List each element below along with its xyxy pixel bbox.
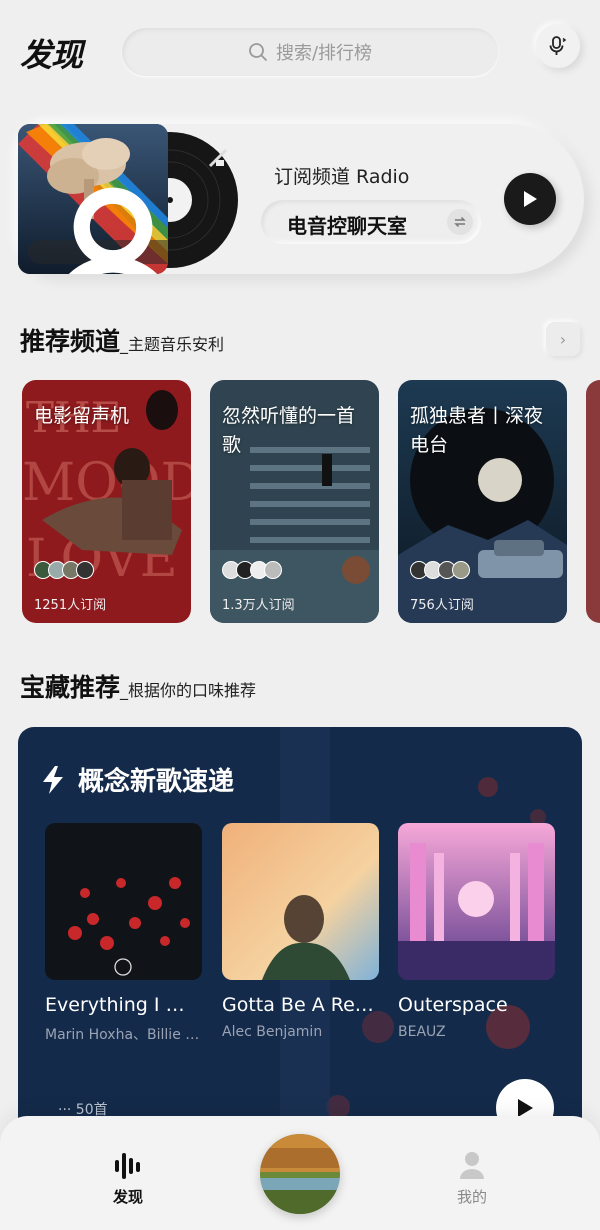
- treasure-subtitle: _根据你的口味推荐: [120, 681, 257, 700]
- channel-name: 忽然听懂的一首歌: [222, 405, 356, 456]
- tab-mine[interactable]: 我的: [432, 1146, 512, 1207]
- channel-card-partial[interactable]: [586, 380, 600, 623]
- tab-discover[interactable]: 发现: [88, 1146, 168, 1207]
- subscriber-count: 1.3万人订阅: [222, 598, 295, 613]
- subscriber-count: 1251人订阅: [34, 598, 107, 613]
- treasure-title: 宝藏推荐: [20, 673, 121, 702]
- search-bar[interactable]: 搜索/排行榜: [122, 28, 498, 76]
- card-title: 概念新歌速递: [40, 761, 234, 798]
- subscriber-avatars: [222, 561, 282, 579]
- new-songs-card[interactable]: 概念新歌速递 Everything I Wanted Marin Hoxha、B…: [18, 727, 582, 1147]
- radio-play-button[interactable]: [504, 173, 556, 225]
- avatar: [264, 561, 282, 579]
- switch-icon: [454, 216, 466, 228]
- channel-card[interactable]: 孤独患者丨深夜电台 756人订阅: [398, 380, 567, 623]
- header: 发现 搜索/排行榜: [0, 24, 600, 80]
- song-title: Gotta Be A Reason: [222, 994, 379, 1016]
- recommend-section-title: 推荐频道 _主题音乐安利: [20, 322, 224, 358]
- artist-name: BEAUZ: [398, 1024, 446, 1040]
- channel-name: 电影留声机: [34, 405, 130, 427]
- card-title-text: 概念新歌速递: [78, 767, 235, 797]
- album-item[interactable]: Everything I Wanted Marin Hoxha、Billie E…: [45, 823, 202, 1044]
- microphone-icon: [549, 36, 567, 55]
- listener-count-badge: 1869: [28, 187, 168, 274]
- recommend-more-button[interactable]: ›: [546, 322, 580, 356]
- recommend-title: 推荐频道: [20, 327, 121, 356]
- channel-selector[interactable]: 电音控聊天室: [261, 200, 481, 244]
- subscriber-count: 756人订阅: [410, 598, 474, 613]
- recommend-subtitle: _主题音乐安利: [120, 335, 225, 354]
- song-title: Everything I Wanted: [45, 994, 202, 1016]
- search-icon: [249, 43, 267, 61]
- user-icon: [68, 187, 158, 274]
- equalizer-icon: [115, 1153, 140, 1179]
- subscriber-avatars: [34, 561, 94, 579]
- chevron-right-icon: ›: [559, 329, 567, 349]
- lightning-icon: [43, 765, 63, 794]
- channel-list: THE MOOD LOVE 电影留声机 1251人订阅 忽然听懂的一首歌 1.3…: [0, 380, 600, 624]
- tab-discover-label: 发现: [112, 1188, 143, 1206]
- voice-search-button[interactable]: [536, 24, 580, 68]
- avatar: [452, 561, 470, 579]
- profile-icon: [460, 1152, 484, 1179]
- channel-card[interactable]: 忽然听懂的一首歌 1.3万人订阅: [210, 380, 379, 623]
- subscriber-avatars: [410, 561, 470, 579]
- now-playing-cover: [260, 1134, 340, 1214]
- song-title: Outerspace: [398, 994, 508, 1016]
- radio-label: 订阅频道 Radio: [274, 166, 410, 188]
- avatar: [76, 561, 94, 579]
- artist-name: Marin Hoxha、Billie Eilish: [45, 1027, 202, 1043]
- channel-card[interactable]: THE MOOD LOVE 电影留声机 1251人订阅: [22, 380, 191, 623]
- channel-name: 电音控聊天室: [287, 214, 407, 238]
- switch-channel-button[interactable]: [447, 209, 473, 235]
- album-item[interactable]: Gotta Be A Reason Alec Benjamin: [222, 823, 379, 1040]
- album-cover-image: [398, 823, 555, 980]
- radio-card[interactable]: 1869 订阅频道 Radio 电音控聊天室: [18, 124, 584, 274]
- album-item[interactable]: Outerspace BEAUZ: [398, 823, 555, 1040]
- tab-mine-label: 我的: [456, 1188, 487, 1206]
- album-cover-image: [222, 823, 379, 980]
- page-title: 发现: [20, 36, 83, 74]
- now-playing-button[interactable]: [260, 1134, 340, 1214]
- album-cover-image: [45, 823, 202, 980]
- channel-name: 孤独患者丨深夜电台: [410, 405, 544, 456]
- search-placeholder: 搜索/排行榜: [275, 43, 373, 64]
- artist-name: Alec Benjamin: [222, 1024, 323, 1040]
- radio-cover-image: 1869: [18, 124, 168, 274]
- bottom-tab-bar: 发现 我的: [0, 1116, 600, 1230]
- treasure-section-title: 宝藏推荐 _根据你的口味推荐: [20, 668, 256, 704]
- play-icon: [524, 191, 537, 207]
